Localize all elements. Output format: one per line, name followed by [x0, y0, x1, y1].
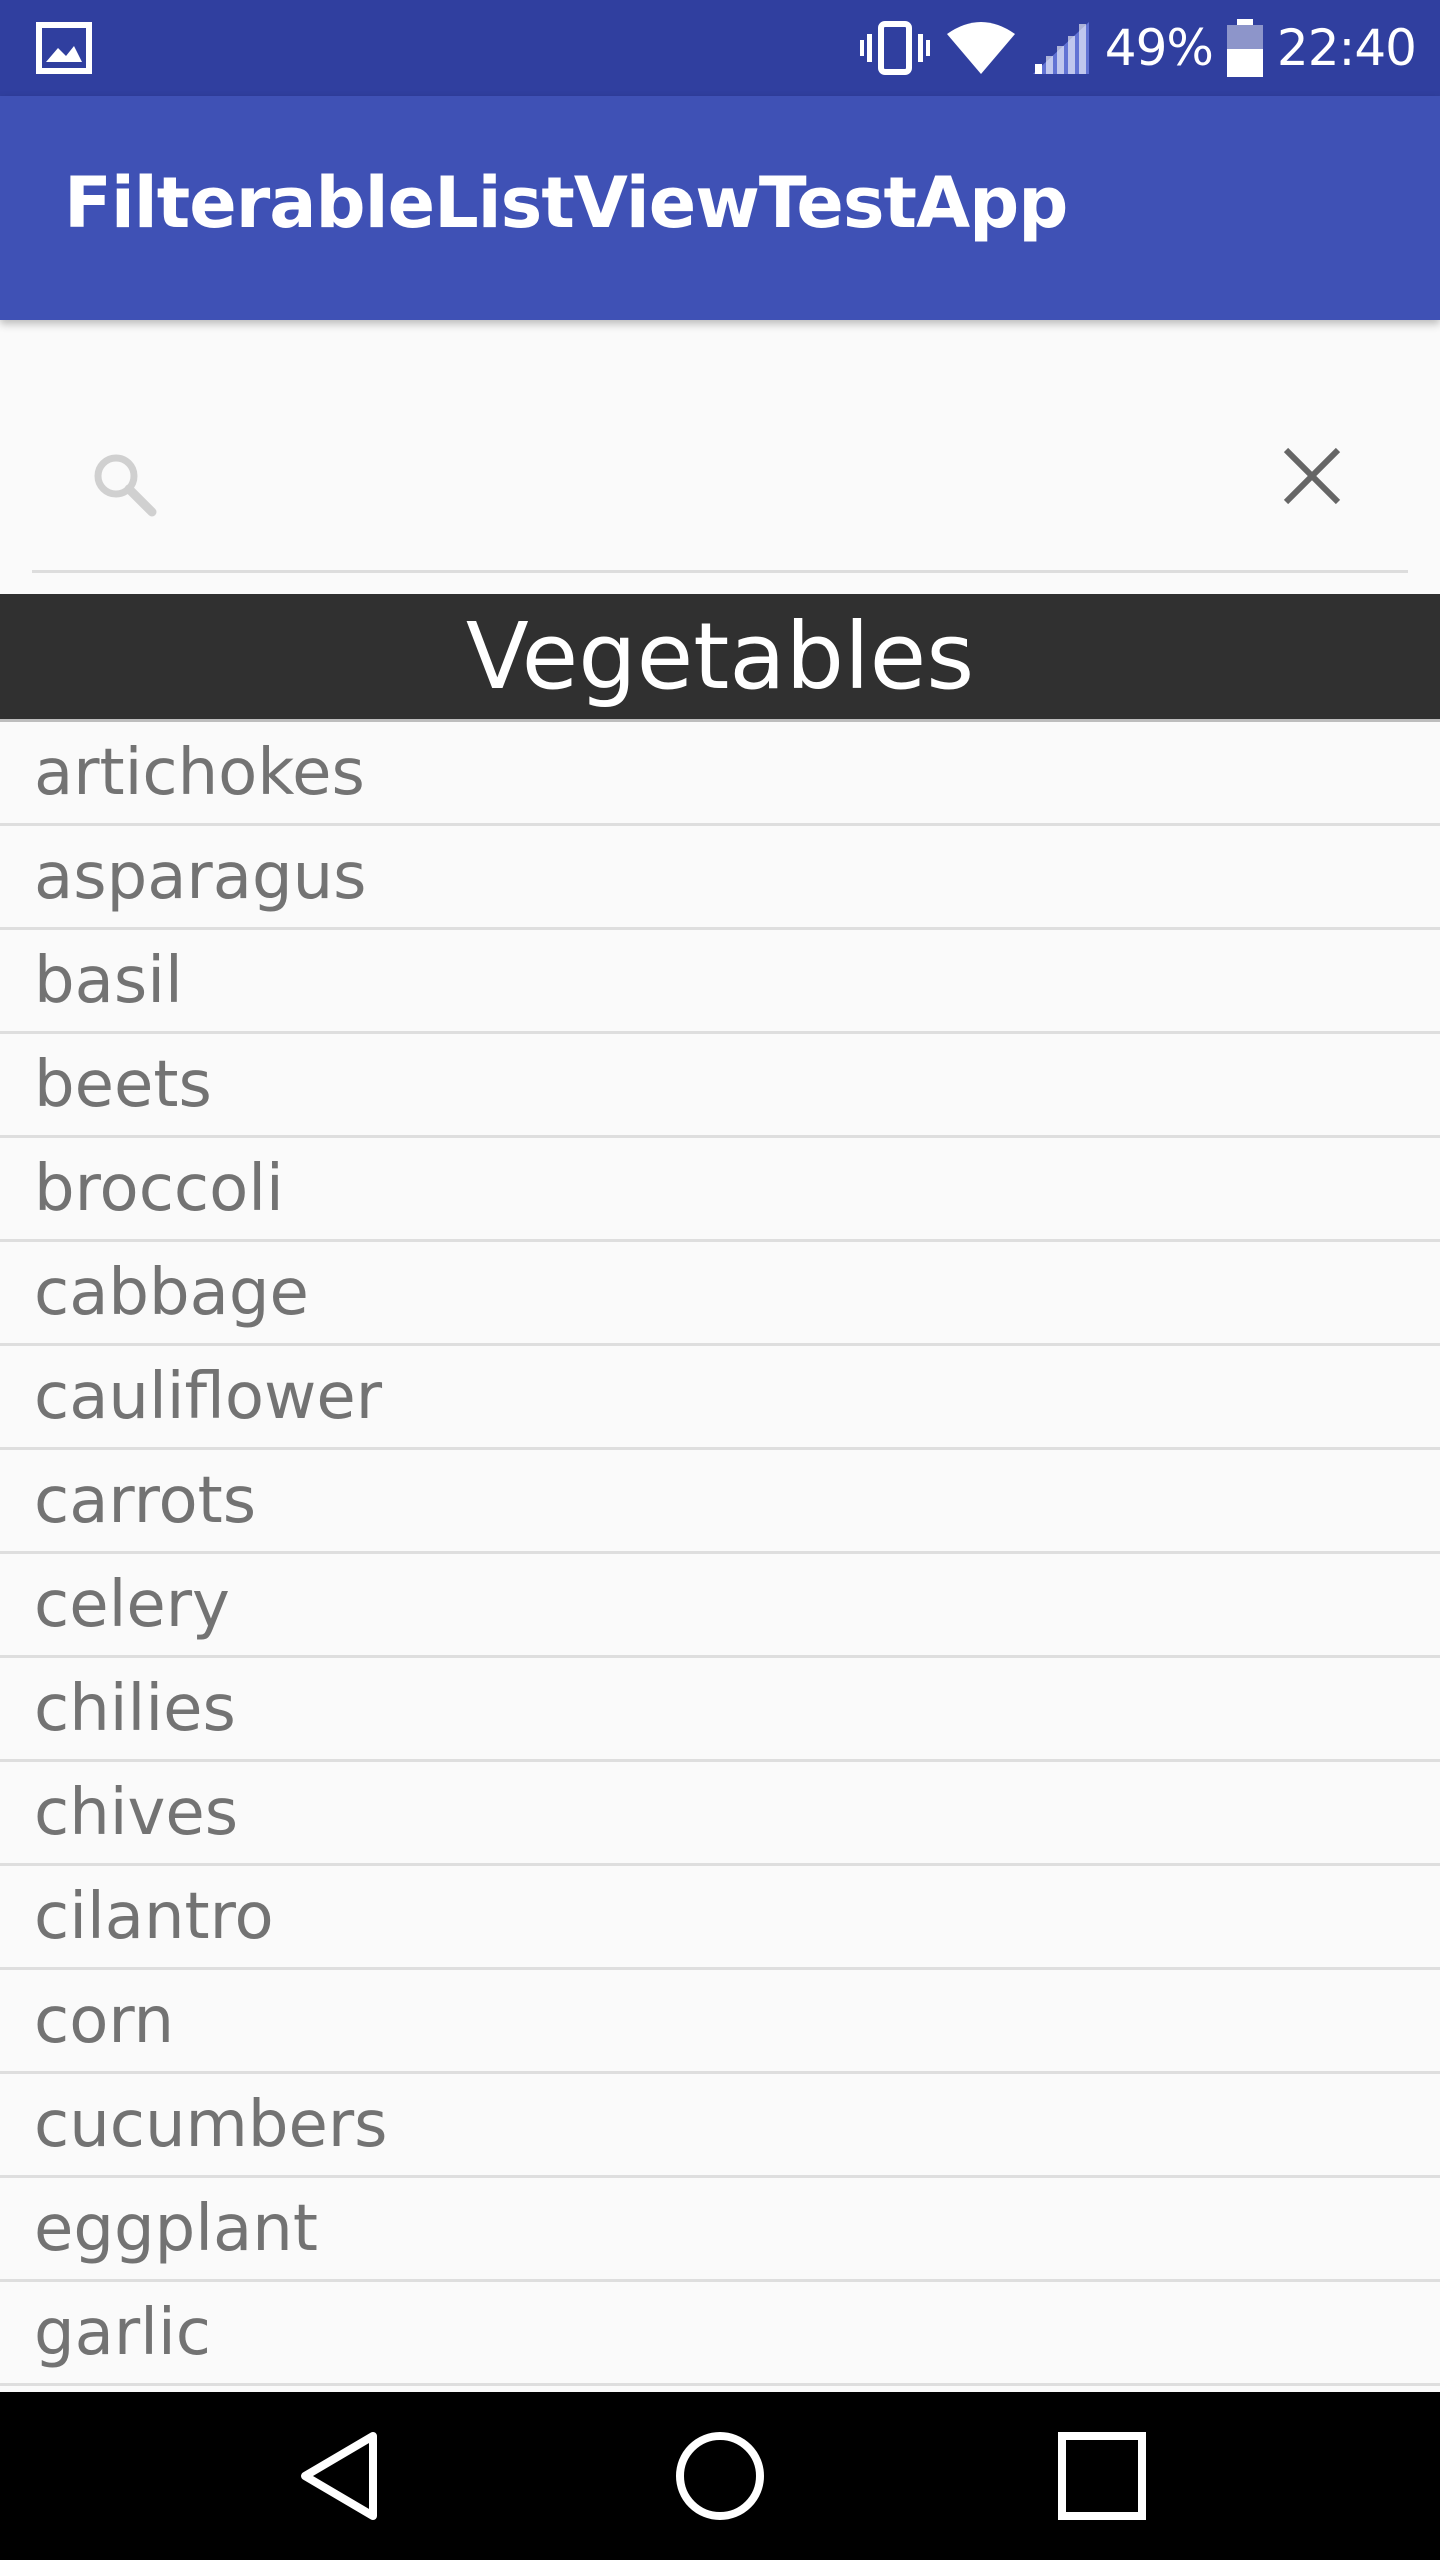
- wifi-icon: [946, 22, 1015, 74]
- list-item[interactable]: chilies: [0, 1658, 1440, 1762]
- list-item[interactable]: cucumbers: [0, 2074, 1440, 2178]
- screen: 49% 22:40 FilterableListViewTestApp Vege…: [0, 0, 1440, 2560]
- list-item[interactable]: cauliflower: [0, 1346, 1440, 1450]
- app-bar: FilterableListViewTestApp: [0, 96, 1440, 320]
- home-icon: [676, 2432, 764, 2520]
- list-item[interactable]: celery: [0, 1554, 1440, 1658]
- gallery-icon: [36, 22, 92, 74]
- back-button[interactable]: [280, 2416, 400, 2536]
- vegetable-list[interactable]: artichokes asparagus basil beets broccoli cab…: [0, 722, 1440, 2392]
- vibrate-icon: [859, 21, 930, 75]
- search-bar: [32, 380, 1408, 573]
- section-header: Vegetables: [0, 594, 1440, 722]
- recents-button[interactable]: [1042, 2416, 1162, 2536]
- list-item[interactable]: artichokes: [0, 722, 1440, 826]
- list-item[interactable]: carrots: [0, 1450, 1440, 1554]
- signal-icon: [1032, 22, 1089, 74]
- list-item[interactable]: garlic: [0, 2282, 1440, 2386]
- status-bar: 49% 22:40: [0, 0, 1440, 96]
- clock: 22:40: [1276, 19, 1417, 77]
- app-title: FilterableListViewTestApp: [64, 162, 1068, 244]
- search-icon: [94, 454, 157, 517]
- search-input[interactable]: [182, 420, 1186, 534]
- list-item[interactable]: corn: [0, 1970, 1440, 2074]
- search-underline: [32, 570, 1408, 573]
- back-icon: [301, 2432, 377, 2520]
- list-item[interactable]: basil: [0, 930, 1440, 1034]
- list-item[interactable]: beets: [0, 1034, 1440, 1138]
- navigation-bar: [0, 2392, 1440, 2560]
- list-item[interactable]: chives: [0, 1762, 1440, 1866]
- battery-percent: 49%: [1104, 19, 1214, 77]
- list-item[interactable]: cilantro: [0, 1866, 1440, 1970]
- battery-icon: [1226, 19, 1263, 77]
- recents-icon: [1058, 2432, 1146, 2520]
- close-icon: [1283, 447, 1341, 505]
- home-button[interactable]: [660, 2416, 780, 2536]
- list-item[interactable]: cabbage: [0, 1242, 1440, 1346]
- list-item[interactable]: asparagus: [0, 826, 1440, 930]
- clear-search-button[interactable]: [1270, 434, 1354, 518]
- list-item[interactable]: broccoli: [0, 1138, 1440, 1242]
- list-item[interactable]: eggplant: [0, 2178, 1440, 2282]
- status-icons: 49% 22:40: [845, 0, 1417, 96]
